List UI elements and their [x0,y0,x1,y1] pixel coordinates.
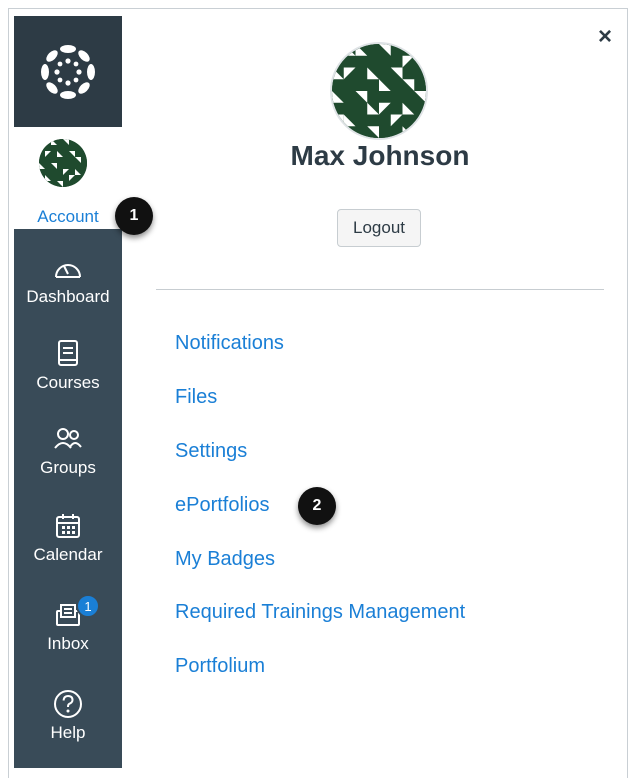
nav-item-inbox[interactable]: 1 Inbox [14,592,122,678]
user-avatar[interactable] [330,42,428,140]
logout-button[interactable]: Logout [337,209,421,247]
callout-marker-1: 1 [115,197,153,235]
nav-item-groups[interactable]: Groups [14,416,122,502]
user-name: Max Johnson [290,140,470,171]
canvas-logo[interactable] [14,16,122,127]
link-portfolium[interactable]: Portfolium [175,655,265,678]
groups-icon [51,422,85,456]
callout-marker-2: 2 [298,487,336,525]
quilt-avatar-icon [332,44,426,138]
quilt-avatar-icon [39,139,87,187]
nav-item-inbox-label: Inbox [47,634,89,653]
link-notifications[interactable]: Notifications [175,332,284,355]
link-eportfolios[interactable]: ePortfolios [175,494,270,517]
nav-item-calendar[interactable]: Calendar [14,503,122,589]
link-my-badges[interactable]: My Badges [175,548,275,571]
nav-item-dashboard-label: Dashboard [26,287,110,306]
nav-item-courses-label: Courses [36,373,100,392]
nav-item-courses[interactable]: Courses [14,331,122,417]
canvas-logo-icon [41,44,95,99]
nav-item-account[interactable]: Account [14,127,122,229]
avatar [39,139,87,187]
nav-item-calendar-label: Calendar [33,545,103,564]
link-files[interactable]: Files [175,386,217,409]
nav-item-help[interactable]: Help [14,681,122,767]
dashboard-icon [51,251,85,285]
nav-item-account-label: Account [37,207,99,226]
unread-count-badge: 1 [76,594,100,618]
help-icon [51,687,85,721]
calendar-icon [51,509,85,543]
link-settings[interactable]: Settings [175,440,247,463]
divider [156,289,604,290]
nav-item-groups-label: Groups [40,458,96,477]
courses-icon [51,337,85,371]
nav-item-dashboard[interactable]: Dashboard [14,245,122,331]
close-button[interactable]: × [592,24,618,50]
link-required-trainings-management[interactable]: Required Trainings Management [175,601,465,624]
global-nav: Account Dashboard Courses Groups Calenda… [14,16,122,768]
nav-item-help-label: Help [50,723,86,742]
